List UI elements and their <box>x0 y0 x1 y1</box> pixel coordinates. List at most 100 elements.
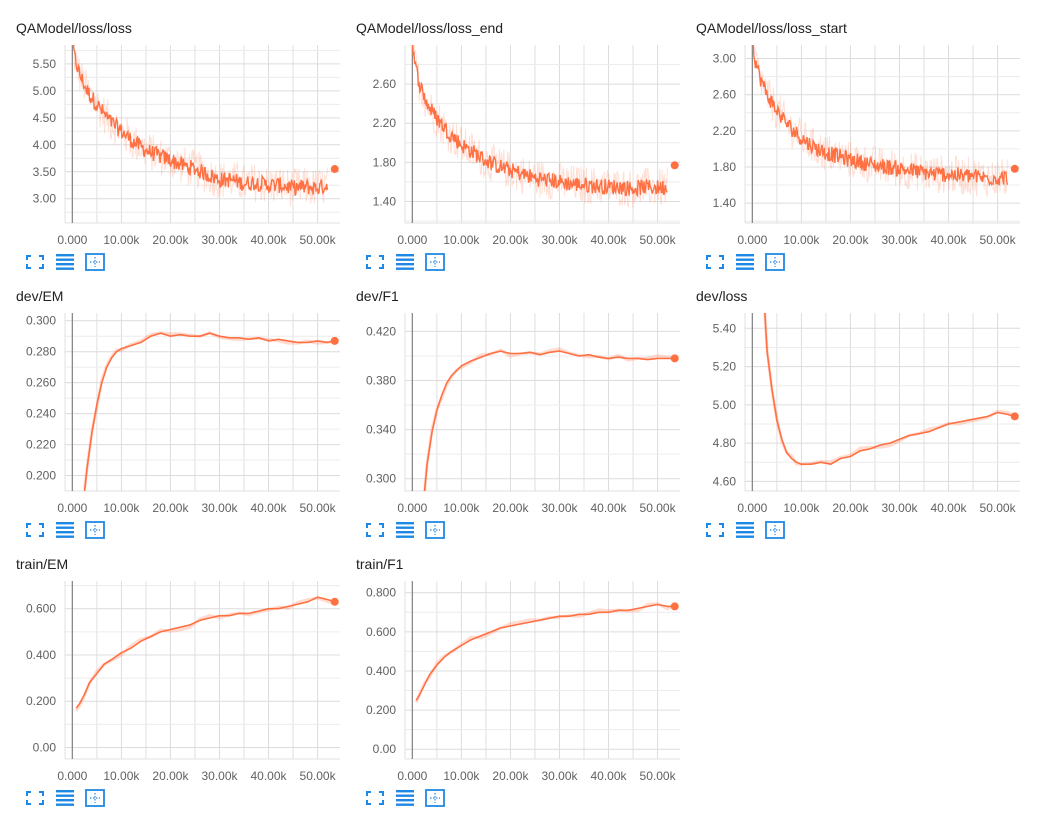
y-tick-label: 0.400 <box>26 648 56 662</box>
x-tick-label: 0.000 <box>397 769 427 783</box>
series-line <box>411 45 668 198</box>
series-line <box>415 603 675 701</box>
x-tick-label: 0.000 <box>57 501 87 515</box>
series-group <box>752 45 1009 197</box>
x-tick-label: 10.00k <box>103 233 140 247</box>
y-tick-label: 5.40 <box>713 321 737 335</box>
chart-card-qamodel-loss-loss: QAModel/loss/loss 3.00 3.50 4.00 4.50 5.00 5.5… <box>0 0 340 271</box>
y-tick-label: 4.80 <box>713 436 737 450</box>
y-tick-label: 3.50 <box>33 165 57 179</box>
y-tick-label: 4.00 <box>33 138 57 152</box>
x-tick-label: 40.00k <box>251 233 288 247</box>
fit-domain-icon <box>425 789 445 807</box>
series-line <box>423 350 675 491</box>
last-point-marker <box>1010 164 1019 173</box>
list-icon <box>736 522 754 538</box>
y-tick-label: 5.50 <box>33 57 57 71</box>
chart-plot[interactable]: 0.00 0.200 0.400 0.600 0.800 0.000 10.00k 20.00… <box>340 536 680 786</box>
y-tick-label: 0.260 <box>26 376 56 390</box>
y-tick-label: 1.80 <box>373 155 397 169</box>
chart-card-qamodel-loss-loss-end: QAModel/loss/loss_end 1.40 1.80 2.20 2.60 0.0… <box>340 0 680 271</box>
y-tick-label: 2.60 <box>373 77 397 91</box>
chart-plot[interactable]: 1.40 1.80 2.20 2.60 0.000 10.00k 20.00k 30.00k 4… <box>340 0 680 250</box>
series-raw-line <box>75 596 336 712</box>
y-tick-label: 5.00 <box>713 398 737 412</box>
y-tick-label: 0.00 <box>33 740 57 754</box>
x-tick-label: 30.00k <box>201 769 238 783</box>
fullscreen-button[interactable] <box>24 788 46 808</box>
x-tick-label: 20.00k <box>152 233 189 247</box>
chart-card-dev-loss: dev/loss 4.60 4.80 5.00 5.20 5.40 0.000 10.00k 2… <box>680 268 1020 539</box>
fullscreen-icon <box>26 791 44 805</box>
x-tick-label: 0.000 <box>57 233 87 247</box>
chart-plot[interactable]: 0.300 0.340 0.380 0.420 0.000 10.00k 20.00k 30.… <box>340 268 680 518</box>
series-group <box>414 602 676 703</box>
y-tick-label: 0.200 <box>26 469 56 483</box>
y-tick-label: 0.200 <box>26 694 56 708</box>
x-tick-label: 50.00k <box>640 233 677 247</box>
x-tick-label: 20.00k <box>492 501 529 515</box>
x-tick-label: 40.00k <box>931 233 968 247</box>
y-tick-label: 5.00 <box>33 84 57 98</box>
chart-card-qamodel-loss-loss-start: QAModel/loss/loss_start 1.40 1.80 2.20 2.60 3… <box>680 0 1020 271</box>
y-tick-label: 1.80 <box>713 160 737 174</box>
fullscreen-button[interactable] <box>364 788 386 808</box>
x-tick-label: 10.00k <box>103 501 140 515</box>
fullscreen-icon <box>366 791 384 805</box>
series-line <box>83 332 335 491</box>
list-button[interactable] <box>734 520 756 540</box>
series-raw-line <box>423 347 675 491</box>
x-tick-label: 50.00k <box>980 501 1017 515</box>
y-tick-label: 0.400 <box>366 664 396 678</box>
x-tick-label: 10.00k <box>103 769 140 783</box>
x-tick-label: 20.00k <box>492 233 529 247</box>
x-tick-label: 10.00k <box>443 501 480 515</box>
y-tick-label: 3.00 <box>713 52 737 66</box>
series-group <box>83 331 335 491</box>
y-tick-label: 0.240 <box>26 407 56 421</box>
y-tick-label: 5.20 <box>713 360 737 374</box>
x-tick-label: 50.00k <box>640 769 677 783</box>
list-button[interactable] <box>394 788 416 808</box>
x-tick-label: 30.00k <box>201 233 238 247</box>
last-point-marker <box>330 336 339 345</box>
list-icon <box>396 790 414 806</box>
y-tick-label: 0.00 <box>373 742 397 756</box>
x-tick-label: 10.00k <box>443 233 480 247</box>
chart-plot[interactable]: 1.40 1.80 2.20 2.60 3.00 0.000 10.00k 20.00k 30.… <box>680 0 1020 250</box>
y-tick-label: 0.220 <box>26 438 56 452</box>
chart-plot[interactable]: 0.00 0.200 0.400 0.600 0.000 10.00k 20.00k 30.0… <box>0 536 340 786</box>
x-tick-label: 30.00k <box>201 501 238 515</box>
y-tick-label: 4.50 <box>33 111 57 125</box>
y-tick-label: 0.340 <box>366 423 396 437</box>
x-tick-label: 50.00k <box>640 501 677 515</box>
y-tick-label: 0.420 <box>366 324 396 338</box>
y-tick-label: 3.00 <box>33 192 57 206</box>
fit-domain-button[interactable] <box>84 788 106 808</box>
fit-domain-button[interactable] <box>424 788 446 808</box>
chart-plot[interactable]: 3.00 3.50 4.00 4.50 5.00 5.50 0.000 10.00k 20.00… <box>0 0 340 250</box>
x-tick-label: 50.00k <box>300 233 337 247</box>
series-group <box>71 45 329 207</box>
x-tick-label: 20.00k <box>152 501 189 515</box>
y-tick-label: 0.300 <box>26 314 56 328</box>
last-point-marker <box>1010 412 1019 421</box>
y-tick-label: 0.380 <box>366 374 396 388</box>
x-tick-label: 20.00k <box>492 769 529 783</box>
x-tick-label: 20.00k <box>832 233 869 247</box>
last-point-marker <box>670 354 679 363</box>
chart-card-train-f1: train/F1 0.00 0.200 0.400 0.600 0.800 0.000 10.… <box>340 536 680 807</box>
series-group <box>423 347 675 491</box>
series-group <box>75 596 336 712</box>
fullscreen-button[interactable] <box>704 520 726 540</box>
x-tick-label: 0.000 <box>397 501 427 515</box>
fit-domain-button[interactable] <box>764 520 786 540</box>
x-tick-label: 30.00k <box>541 233 578 247</box>
y-tick-label: 2.60 <box>713 88 737 102</box>
list-button[interactable] <box>54 788 76 808</box>
x-tick-label: 40.00k <box>591 501 628 515</box>
x-tick-label: 20.00k <box>832 501 869 515</box>
x-tick-label: 0.000 <box>57 769 87 783</box>
chart-plot[interactable]: 4.60 4.80 5.00 5.20 5.40 0.000 10.00k 20.00k 30.… <box>680 268 1020 518</box>
chart-plot[interactable]: 0.200 0.220 0.240 0.260 0.280 0.300 0.000 10.00… <box>0 268 340 518</box>
